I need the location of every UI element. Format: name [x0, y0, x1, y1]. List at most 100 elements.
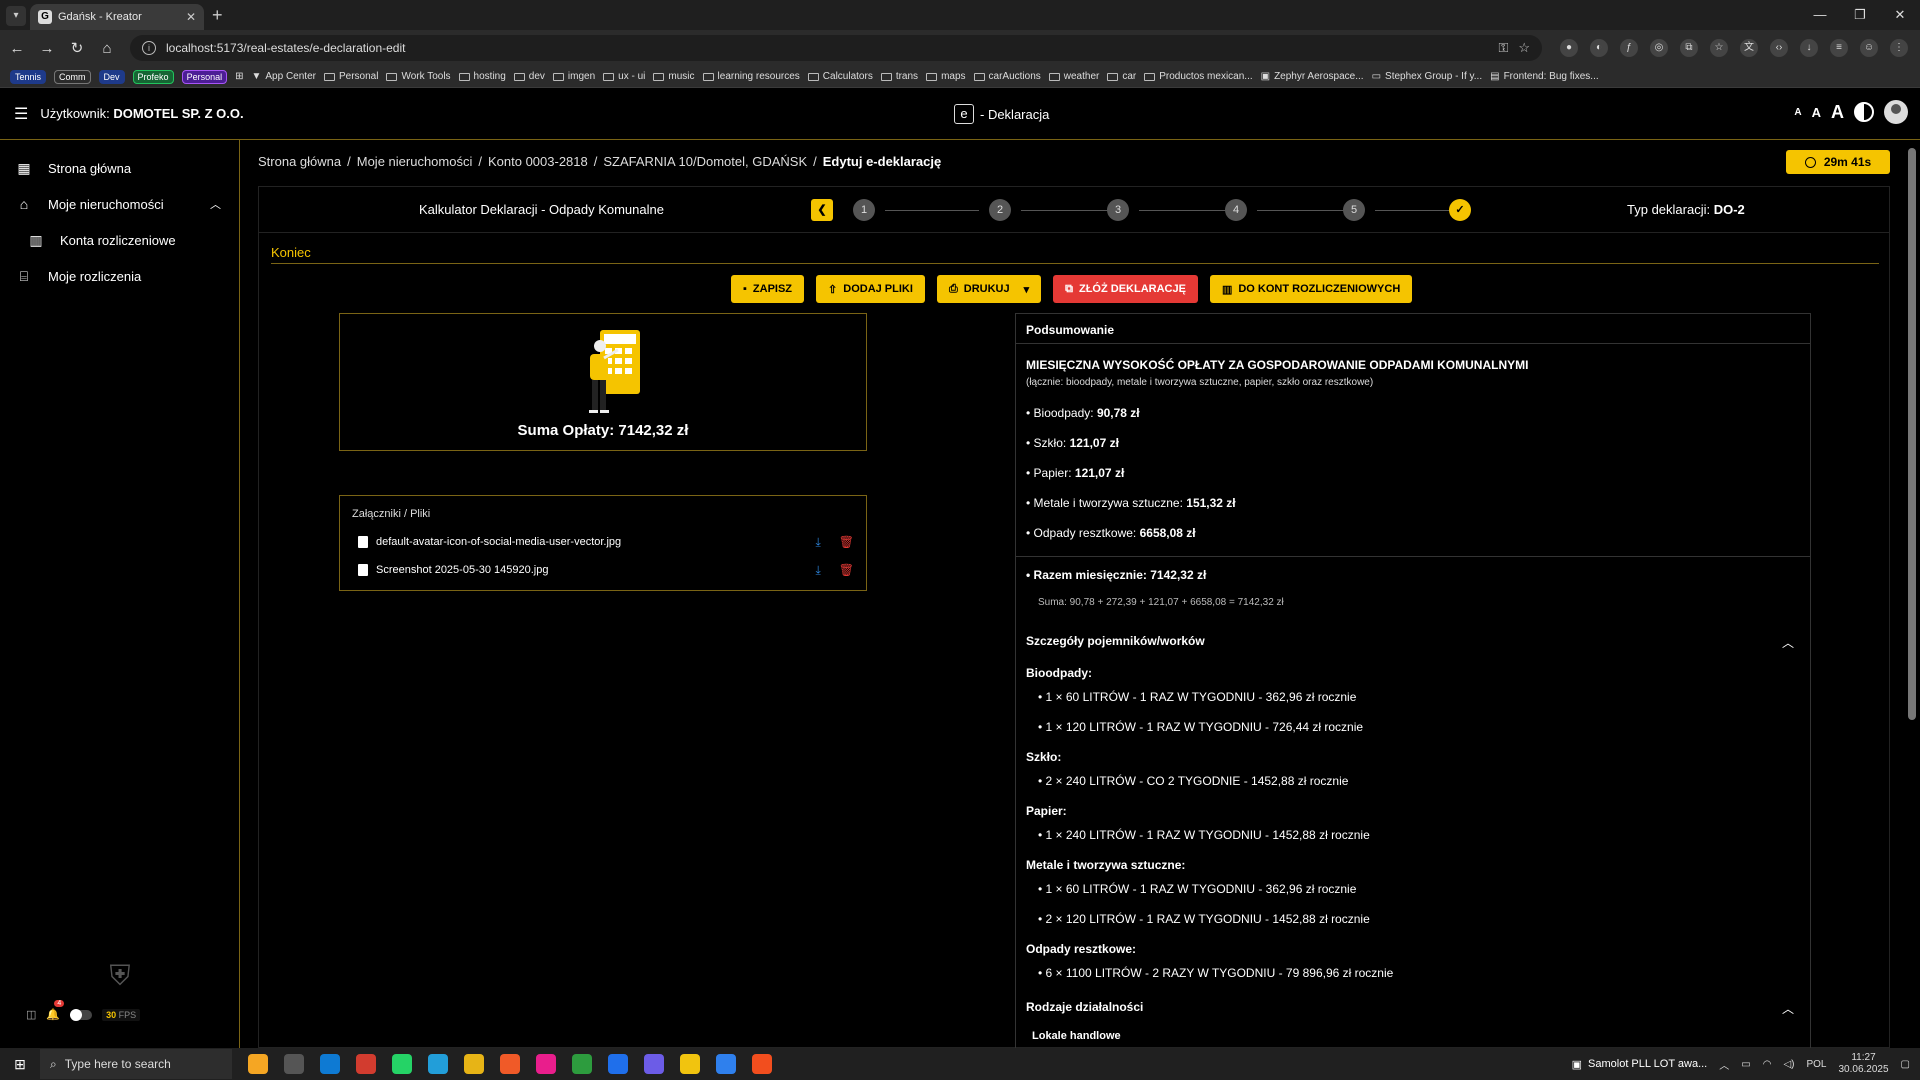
step-5[interactable]: 5: [1343, 199, 1365, 221]
font-size-large-button[interactable]: A: [1831, 102, 1844, 123]
chevron-up-icon[interactable]: ︿: [1782, 634, 1794, 651]
breadcrumb-item[interactable]: Moje nieruchomości: [357, 154, 473, 169]
media-icon[interactable]: ≡: [1830, 39, 1848, 57]
telegram-icon[interactable]: [428, 1054, 448, 1074]
language-indicator[interactable]: POL: [1806, 1059, 1826, 1070]
new-tab-button[interactable]: +: [212, 5, 223, 26]
bookmark-folder[interactable]: weather: [1048, 71, 1099, 82]
profile-icon[interactable]: ☺: [1860, 39, 1878, 57]
chevron-up-icon[interactable]: ︿: [1782, 1000, 1794, 1017]
bookmark-tag[interactable]: Personal: [181, 69, 228, 84]
download-icon[interactable]: ⤓: [815, 535, 820, 550]
bookmark-folder[interactable]: ux - ui: [603, 71, 645, 82]
apps-grid-icon[interactable]: ⊞: [235, 71, 243, 82]
taskbar-search-input[interactable]: ⌕ Type here to search: [40, 1049, 232, 1079]
reload-icon[interactable]: ↻: [64, 39, 90, 57]
minimize-icon[interactable]: —: [1800, 0, 1840, 30]
site-info-icon[interactable]: i: [142, 41, 156, 55]
bookmark-folder[interactable]: trans: [880, 71, 918, 82]
extension-icon[interactable]: ●: [1560, 39, 1578, 57]
app-icon[interactable]: [716, 1054, 736, 1074]
sidebar-item-home[interactable]: ▦ Strona główna: [0, 150, 239, 186]
trash-icon[interactable]: 🗑: [839, 563, 854, 577]
font-size-small-button[interactable]: A: [1794, 107, 1801, 118]
copilot-icon[interactable]: [248, 1054, 268, 1074]
page-scrollbar[interactable]: [1908, 148, 1916, 720]
save-button[interactable]: ▪ ZAPISZ: [731, 275, 805, 303]
bookmark-folder[interactable]: dev: [513, 71, 545, 82]
app-icon[interactable]: [644, 1054, 664, 1074]
breadcrumb-item[interactable]: Konto 0003-2818: [488, 154, 588, 169]
restore-icon[interactable]: ❐: [1840, 0, 1880, 30]
chevron-left-icon[interactable]: ❮: [811, 199, 833, 221]
check-icon[interactable]: ✓: [1449, 199, 1471, 221]
back-icon[interactable]: ←: [4, 40, 30, 57]
vscode-icon[interactable]: [320, 1054, 340, 1074]
activity-section-title[interactable]: Rodzaje działalności: [1026, 1000, 1143, 1014]
task-view-icon[interactable]: [284, 1054, 304, 1074]
more-icon[interactable]: ⋮: [1890, 39, 1908, 57]
bookmark-tag[interactable]: Comm: [54, 69, 91, 84]
translate-icon[interactable]: 文: [1740, 39, 1758, 57]
star-icon[interactable]: ☆: [1518, 40, 1530, 56]
running-task[interactable]: ▣ Samolot PLL LOT awa...: [1572, 1058, 1708, 1071]
figma-icon[interactable]: [752, 1054, 772, 1074]
breadcrumb-item[interactable]: SZAFARNIA 10/Domotel, GDAŃSK: [603, 154, 807, 169]
browser-tab[interactable]: G Gdańsk - Kreator ✕: [30, 4, 204, 30]
contrast-icon[interactable]: [1854, 102, 1874, 122]
tab-list-button[interactable]: ▾: [6, 6, 26, 26]
extension-icon[interactable]: ◐: [1590, 39, 1608, 57]
bookmark-tag[interactable]: Tennis: [10, 69, 47, 84]
bookmark-folder[interactable]: Productos mexican...: [1144, 71, 1253, 82]
chevron-up-icon[interactable]: ︿: [210, 196, 221, 212]
chevron-up-icon[interactable]: ︿: [1719, 1057, 1729, 1072]
app-icon[interactable]: [608, 1054, 628, 1074]
clock[interactable]: 11:27 30.06.2025: [1838, 1052, 1888, 1076]
trash-icon[interactable]: 🗑: [839, 535, 854, 549]
url-input[interactable]: i localhost:5173/real-estates/e-declarat…: [130, 35, 1542, 61]
menu-toggle-icon[interactable]: ☰: [14, 104, 28, 124]
add-files-button[interactable]: ⇧ DODAJ PLIKI: [816, 275, 925, 303]
extension-icon[interactable]: ◎: [1650, 39, 1668, 57]
theme-toggle[interactable]: [70, 1008, 93, 1021]
bookmark-item[interactable]: ▣ Zephyr Aerospace...: [1261, 71, 1364, 82]
bookmark-folder[interactable]: Work Tools: [386, 71, 451, 82]
bookmark-folder[interactable]: imgen: [552, 71, 595, 82]
sidebar-item-accounts[interactable]: ▥ Konta rozliczeniowe: [0, 222, 239, 258]
bookmark-item[interactable]: ▼ App Center: [251, 71, 316, 82]
bookmark-tag[interactable]: Dev: [98, 69, 125, 84]
file-explorer-icon[interactable]: [464, 1054, 484, 1074]
breadcrumb-item[interactable]: Strona główna: [258, 154, 341, 169]
code-icon[interactable]: ‹›: [1770, 39, 1788, 57]
wifi-icon[interactable]: ◠: [1763, 1059, 1772, 1070]
avatar[interactable]: [1884, 100, 1908, 124]
app-icon[interactable]: [572, 1054, 592, 1074]
app-icon[interactable]: [500, 1054, 520, 1074]
battery-icon[interactable]: ▭: [1741, 1059, 1750, 1070]
font-size-medium-button[interactable]: A: [1812, 105, 1821, 120]
containers-section-title[interactable]: Szczegóły pojemników/worków: [1026, 634, 1205, 648]
bookmark-folder[interactable]: carAuctions: [973, 71, 1041, 82]
extension-icon[interactable]: ƒ: [1620, 39, 1638, 57]
close-icon[interactable]: ✕: [186, 10, 196, 24]
submit-declaration-button[interactable]: ⧉ ZŁÓŻ DEKLARACJĘ: [1053, 275, 1198, 303]
bookmark-folder[interactable]: maps: [926, 71, 966, 82]
bookmark-folder[interactable]: learning resources: [702, 71, 800, 82]
key-icon[interactable]: ⚿: [1498, 40, 1508, 56]
step-3[interactable]: 3: [1107, 199, 1129, 221]
notifications-icon[interactable]: ▢: [1901, 1059, 1910, 1070]
bookmark-folder[interactable]: Calculators: [807, 71, 873, 82]
close-window-icon[interactable]: ✕: [1880, 0, 1920, 30]
accessibility-icon[interactable]: ◫: [26, 1008, 36, 1021]
bookmark-folder[interactable]: car: [1107, 71, 1136, 82]
bookmark-tag[interactable]: Profeko: [132, 69, 174, 84]
accounts-button[interactable]: ▥ DO KONT ROZLICZENIOWYCH: [1209, 275, 1413, 303]
home-browser-icon[interactable]: ⌂: [94, 40, 120, 57]
bookmark-folder[interactable]: hosting: [458, 71, 506, 82]
forward-icon[interactable]: →: [34, 40, 60, 57]
download-icon[interactable]: ↓: [1800, 39, 1818, 57]
chrome-icon[interactable]: [356, 1054, 376, 1074]
bookmark-star-icon[interactable]: ☆: [1710, 39, 1728, 57]
bookmark-folder[interactable]: Personal: [323, 71, 378, 82]
bookmark-folder[interactable]: music: [653, 71, 695, 82]
